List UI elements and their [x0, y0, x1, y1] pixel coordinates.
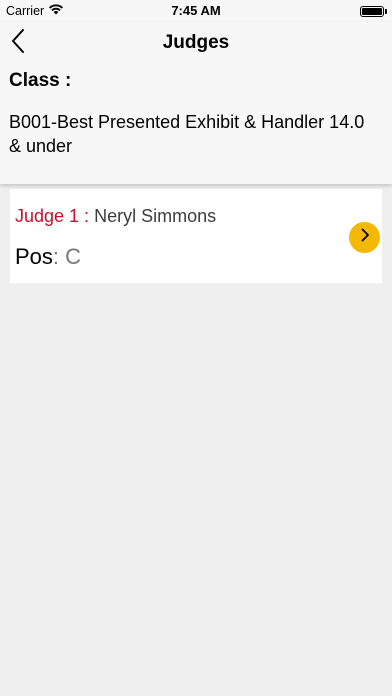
class-name: B001-Best Presented Exhibit & Handler 14…: [9, 112, 365, 156]
battery-level: [362, 8, 382, 15]
position-line: Pos: C: [15, 244, 81, 270]
status-time: 7:45 AM: [171, 3, 221, 18]
judge-name: Neryl Simmons: [94, 206, 217, 226]
judge-line: Judge 1 : Neryl Simmons: [15, 206, 216, 227]
class-label: Class :: [9, 70, 72, 91]
position-label: Pos: [15, 244, 53, 269]
battery-icon: [360, 6, 384, 17]
judge-label: Judge 1 :: [15, 206, 90, 226]
battery-tip: [385, 9, 387, 14]
page-title: Judges: [162, 32, 230, 53]
status-bar: Carrier 7:45 AM: [0, 0, 392, 22]
judge-card[interactable]: Judge 1 : Neryl Simmons Pos: C: [10, 189, 382, 283]
open-judge-button[interactable]: [349, 222, 380, 253]
position-value: C: [65, 244, 82, 269]
position-separator: :: [52, 244, 60, 269]
chevron-right-icon: [360, 228, 370, 247]
header: Judges Class : B001-Best Presented Exhib…: [0, 22, 392, 184]
